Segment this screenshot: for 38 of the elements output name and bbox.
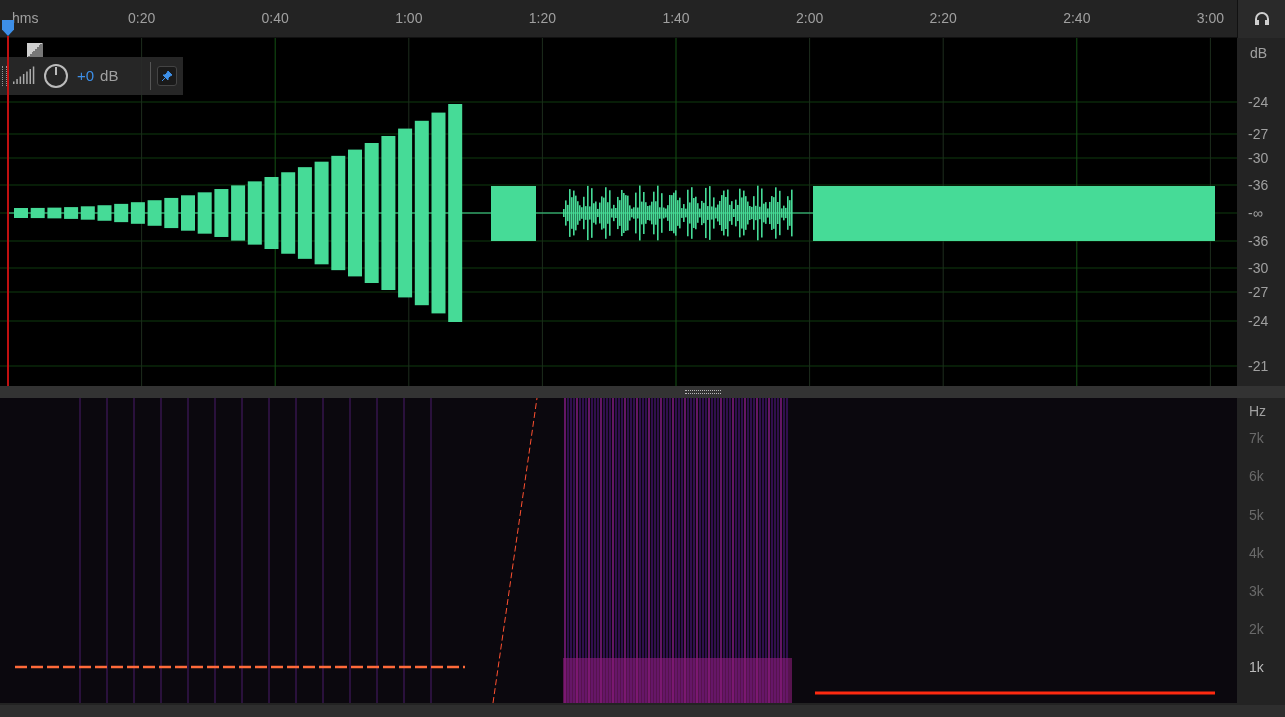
db-label: -36 — [1248, 231, 1269, 251]
db-label: -30 — [1248, 258, 1269, 278]
square-icon[interactable] — [27, 43, 43, 57]
time-label: 2:40 — [1063, 9, 1091, 28]
db-label: -21 — [1248, 356, 1269, 376]
frequency-label: 5k — [1249, 505, 1264, 525]
db-label: -27 — [1248, 124, 1269, 144]
frequency-label: 2k — [1249, 619, 1264, 639]
db-label: -24 — [1248, 311, 1269, 331]
frequency-label: 7k — [1249, 428, 1264, 448]
frequency-label: 3k — [1249, 581, 1264, 601]
time-label: 1:40 — [662, 9, 690, 28]
time-label: 1:20 — [528, 9, 556, 28]
scale-unit-label: Hz — [1249, 402, 1267, 421]
db-label: -30 — [1248, 148, 1269, 168]
time-label: 3:00 — [1196, 9, 1224, 28]
time-label: 0:20 — [127, 9, 156, 28]
headphones-icon[interactable] — [1252, 10, 1271, 28]
signal-bars-icon — [13, 66, 37, 86]
db-label: -27 — [1248, 282, 1269, 302]
gain-unit: dB — [100, 65, 119, 86]
time-label: 2:00 — [795, 9, 824, 28]
grip-icon[interactable] — [684, 390, 721, 394]
db-label: -24 — [1248, 92, 1269, 112]
frequency-label: 4k — [1249, 543, 1264, 563]
time-label: 1:00 — [395, 9, 423, 28]
db-label: -36 — [1248, 175, 1269, 195]
db-label: -∞ — [1248, 203, 1263, 223]
frequency-label: 1k — [1249, 657, 1264, 677]
power-knob-icon[interactable] — [43, 63, 69, 89]
pin-button[interactable] — [157, 66, 178, 86]
pin-icon — [161, 70, 174, 82]
time-label: 2:20 — [929, 9, 957, 28]
time-unit-label: hms — [12, 9, 39, 28]
scale-unit-label: dB — [1250, 44, 1268, 63]
time-label: 0:40 — [261, 9, 289, 28]
gain-value[interactable]: +0 — [77, 64, 95, 88]
frequency-label: 6k — [1249, 466, 1264, 486]
